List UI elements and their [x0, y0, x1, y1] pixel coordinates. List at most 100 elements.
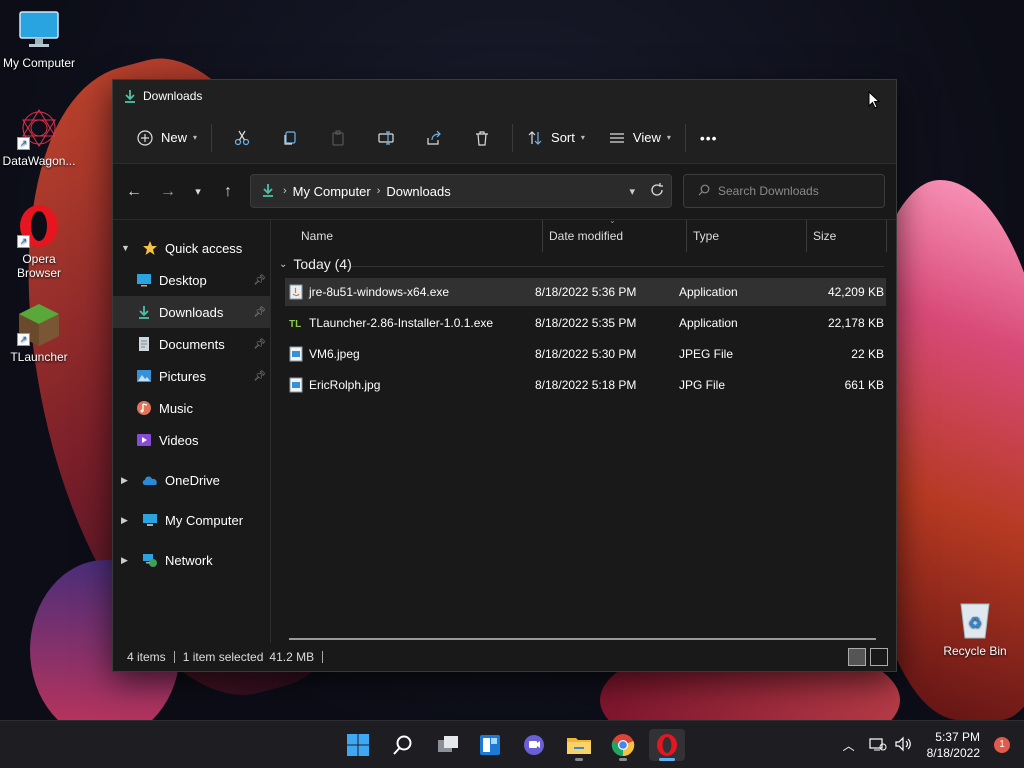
- up-button[interactable]: ↑: [213, 177, 243, 207]
- divider: [351, 266, 884, 267]
- sidebar-item-videos[interactable]: Videos: [113, 424, 270, 456]
- file-type: JPG File: [679, 378, 726, 392]
- sidebar-item-downloads[interactable]: Downloads 📌︎: [113, 296, 270, 328]
- file-date: 8/18/2022 5:30 PM: [535, 347, 637, 361]
- group-header-today[interactable]: ⌄ Today (4): [279, 256, 352, 272]
- table-row[interactable]: TL TLauncher-2.86-Installer-1.0.1.exe 8/…: [285, 309, 886, 337]
- clock-time: 5:37 PM: [935, 730, 980, 744]
- opera-button[interactable]: [649, 729, 685, 761]
- paste-button[interactable]: [322, 122, 354, 154]
- file-list: Name Date modified ⌄ Type Size ⌄ Today (…: [271, 216, 896, 643]
- search-button[interactable]: [385, 729, 421, 761]
- horizontal-scrollbar[interactable]: [289, 638, 876, 640]
- desktop-icon-my-computer[interactable]: My Computer: [0, 8, 78, 70]
- sidebar-item-label: Documents: [159, 336, 225, 352]
- more-options-button[interactable]: •••: [692, 122, 726, 154]
- file-size: 22,178 KB: [827, 316, 884, 330]
- sidebar-item-desktop[interactable]: Desktop 📌︎: [113, 264, 270, 296]
- arrow-right-icon: →: [160, 182, 176, 200]
- new-button[interactable]: New ▾: [129, 122, 205, 154]
- tiles-view-icon[interactable]: [870, 648, 888, 666]
- desktop-icon-recycle-bin[interactable]: ♻ Recycle Bin: [936, 596, 1014, 658]
- system-tray: ︿ 5:37 PM 8/18/2022 1: [843, 721, 1024, 768]
- column-header-name[interactable]: Name: [295, 220, 543, 252]
- search-input[interactable]: Search Downloads: [683, 174, 885, 208]
- sidebar-item-network[interactable]: ▶ Network: [113, 544, 270, 576]
- pin-icon: 📌︎: [253, 370, 266, 382]
- breadcrumb-separator-icon: ›: [283, 185, 287, 197]
- column-header-type[interactable]: Type: [687, 220, 807, 252]
- monitor-icon: [141, 512, 159, 528]
- sidebar-item-label: OneDrive: [165, 472, 220, 488]
- widgets-button[interactable]: [472, 729, 508, 761]
- refresh-icon[interactable]: [649, 182, 665, 201]
- chevron-right-icon[interactable]: ▶: [121, 475, 133, 486]
- file-explorer-button[interactable]: [561, 729, 597, 761]
- table-row[interactable]: jre-8u51-windows-x64.exe 8/18/2022 5:36 …: [285, 278, 886, 306]
- chevron-up-icon[interactable]: ︿: [843, 737, 855, 754]
- chrome-button[interactable]: [605, 729, 641, 761]
- breadcrumb-downloads[interactable]: Downloads: [386, 184, 450, 199]
- breadcrumb-my-computer[interactable]: My Computer: [293, 184, 371, 199]
- sidebar-item-label: Videos: [159, 432, 199, 448]
- file-date: 8/18/2022 5:35 PM: [535, 316, 637, 330]
- recent-locations-button[interactable]: ▾: [183, 177, 213, 207]
- file-date: 8/18/2022 5:18 PM: [535, 378, 637, 392]
- column-header-row: Name Date modified ⌄ Type Size: [271, 216, 896, 252]
- back-button[interactable]: ←: [119, 177, 149, 207]
- status-selected: 1 item selected: [182, 650, 264, 664]
- file-name: TLauncher-2.86-Installer-1.0.1.exe: [309, 316, 494, 330]
- chevron-right-icon[interactable]: ▶: [121, 555, 133, 566]
- volume-icon[interactable]: [895, 736, 913, 755]
- delete-button[interactable]: [466, 122, 498, 154]
- sidebar-item-music[interactable]: Music: [113, 392, 270, 424]
- chevron-down-icon: ▾: [666, 133, 671, 142]
- sort-button[interactable]: Sort ▾: [519, 122, 593, 154]
- address-bar[interactable]: › My Computer › Downloads ▾: [250, 174, 672, 208]
- column-label: Size: [813, 229, 837, 243]
- widgets-icon: [480, 735, 500, 755]
- notification-badge[interactable]: 1: [994, 737, 1010, 753]
- desktop-icon-opera[interactable]: ↗ Opera Browser: [0, 204, 78, 280]
- column-header-size[interactable]: Size: [807, 220, 887, 252]
- start-button[interactable]: [340, 729, 376, 761]
- sidebar-item-quick-access[interactable]: ▼ Quick access: [113, 232, 270, 264]
- copy-button[interactable]: [274, 122, 306, 154]
- clock[interactable]: 5:37 PM 8/18/2022: [927, 729, 980, 761]
- chevron-down-icon: ▾: [580, 133, 585, 142]
- opera-icon: ↗: [17, 204, 61, 248]
- desktop-icon-datawagon[interactable]: ↗ DataWagon...: [0, 106, 78, 168]
- paste-icon: [332, 129, 344, 146]
- forward-button[interactable]: →: [153, 177, 183, 207]
- sidebar-item-label: Pictures: [159, 368, 206, 384]
- rename-button[interactable]: [370, 122, 402, 154]
- table-row[interactable]: VM6.jpeg 8/18/2022 5:30 PM JPEG File 22 …: [285, 340, 886, 368]
- cut-button[interactable]: [226, 122, 258, 154]
- sidebar-item-my-computer[interactable]: ▶ My Computer: [113, 504, 270, 536]
- view-list-icon: [609, 132, 624, 143]
- network-status-icon[interactable]: [869, 736, 887, 755]
- desktop-icon-tlauncher[interactable]: ↗ TLauncher: [0, 302, 78, 364]
- chrome-icon: [611, 734, 635, 757]
- share-button[interactable]: [418, 122, 450, 154]
- column-header-date[interactable]: Date modified ⌄: [543, 216, 687, 252]
- sidebar-item-onedrive[interactable]: ▶ OneDrive: [113, 464, 270, 496]
- pictures-icon: [135, 368, 153, 384]
- file-name: VM6.jpeg: [309, 347, 360, 361]
- file-date: 8/18/2022 5:36 PM: [535, 285, 637, 299]
- view-button[interactable]: View ▾: [601, 122, 679, 154]
- chevron-right-icon[interactable]: ▶: [121, 515, 133, 526]
- table-row[interactable]: EricRolph.jpg 8/18/2022 5:18 PM JPG File…: [285, 371, 886, 399]
- shortcut-arrow-icon: ↗: [17, 235, 30, 248]
- chevron-down-icon[interactable]: ▼: [121, 243, 133, 253]
- title-bar[interactable]: Downloads: [113, 80, 896, 112]
- sidebar-item-documents[interactable]: Documents 📌︎: [113, 328, 270, 360]
- sidebar-item-label: Quick access: [165, 240, 243, 256]
- plus-circle-icon: [137, 129, 153, 146]
- sidebar-item-pictures[interactable]: Pictures 📌︎: [113, 360, 270, 392]
- task-view-button[interactable]: [430, 729, 466, 761]
- image-file-icon: [289, 346, 303, 362]
- details-view-icon[interactable]: [848, 648, 866, 666]
- chevron-down-icon[interactable]: ▾: [629, 185, 635, 198]
- teams-chat-button[interactable]: [516, 729, 552, 761]
